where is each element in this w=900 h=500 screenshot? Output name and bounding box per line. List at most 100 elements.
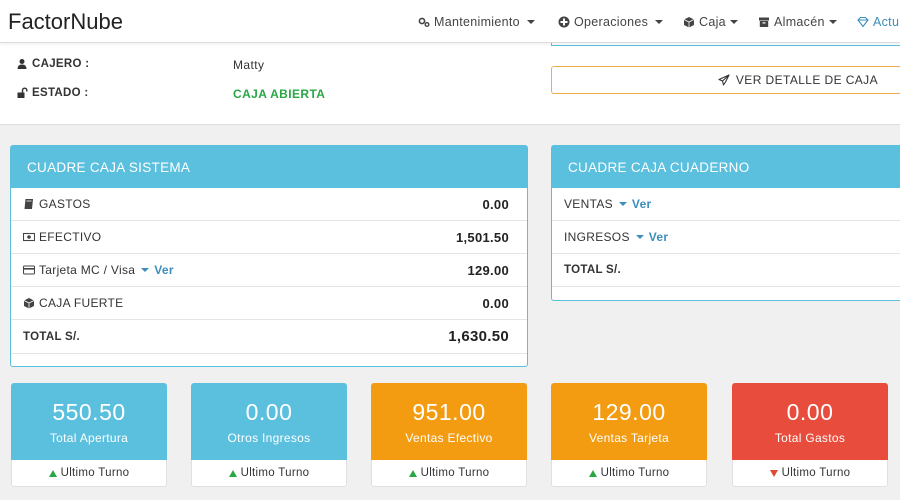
stat-footer-label: Ultimo Turno bbox=[420, 467, 490, 479]
nav-operaciones[interactable]: Operaciones bbox=[558, 15, 664, 29]
stat-card-body: 951.00 Ventas Efectivo bbox=[371, 383, 527, 460]
top-navbar: FactorNube Mantenimiento Operaciones Caj… bbox=[0, 0, 900, 43]
cuadre-cuaderno-title: CUADRE CAJA CUADERNO bbox=[552, 146, 900, 188]
cuaderno-row-ingresos: INGRESOS Ver bbox=[552, 221, 900, 254]
stat-footer: Ultimo Turno bbox=[732, 460, 888, 487]
cuadre-caja-sistema-box: CUADRE CAJA SISTEMA GASTOS 0.00 EFECTIVO… bbox=[10, 145, 528, 367]
stat-label: Otros Ingresos bbox=[227, 430, 311, 445]
sistema-row-caja-fuerte: CAJA FUERTE 0.00 bbox=[11, 287, 527, 320]
stat-footer: Ultimo Turno bbox=[191, 460, 347, 487]
nav-actualizar-label: Actu bbox=[873, 15, 900, 29]
sistema-row-tarjeta: Tarjeta MC / Visa Ver 129.00 bbox=[11, 254, 527, 287]
cuaderno-row-total: TOTAL S/. bbox=[552, 254, 900, 287]
stat-card-otros-ingresos[interactable]: 0.00 Otros Ingresos Ultimo Turno bbox=[191, 383, 347, 487]
send-icon bbox=[718, 74, 730, 86]
stat-label: Total Apertura bbox=[49, 430, 129, 445]
estado-label-row: ESTADO : bbox=[16, 87, 89, 99]
caret-down-icon bbox=[635, 235, 644, 239]
sistema-row-total: TOTAL S/. 1,630.50 bbox=[11, 320, 527, 354]
cajero-label: CAJERO : bbox=[32, 58, 90, 70]
estado-label: ESTADO : bbox=[32, 87, 89, 99]
stat-card-body: 550.50 Total Apertura bbox=[11, 383, 167, 460]
ver-detalle-label: VER DETALLE DE CAJA bbox=[735, 73, 878, 87]
stat-footer: Ultimo Turno bbox=[371, 460, 527, 487]
caret-down-icon bbox=[729, 20, 738, 24]
caret-down-icon bbox=[618, 202, 627, 206]
cogs-icon bbox=[418, 17, 430, 27]
stat-footer: Ultimo Turno bbox=[551, 460, 707, 487]
gastos-label: GASTOS bbox=[39, 197, 91, 211]
stat-footer-label: Ultimo Turno bbox=[240, 467, 310, 479]
user-icon bbox=[17, 59, 27, 69]
stat-card-body: 0.00 Otros Ingresos bbox=[191, 383, 347, 460]
arrow-up-icon bbox=[588, 469, 597, 477]
efectivo-label: EFECTIVO bbox=[39, 230, 102, 244]
tarjeta-label: Tarjeta MC / Visa bbox=[39, 263, 136, 277]
nav-mantenimiento-label: Mantenimiento bbox=[434, 15, 520, 29]
nav-almacen-label: Almacén bbox=[774, 15, 825, 29]
stat-label: Total Gastos bbox=[774, 430, 846, 445]
credit-card-icon bbox=[23, 265, 35, 275]
stat-footer-label: Ultimo Turno bbox=[781, 467, 851, 479]
ver-detalle-caja-button[interactable]: VER DETALLE DE CAJA bbox=[551, 66, 900, 94]
arrow-up-icon bbox=[48, 469, 57, 477]
caret-down-icon bbox=[526, 20, 535, 24]
arrow-up-icon bbox=[228, 469, 237, 477]
stat-card-ventas-tarjeta[interactable]: 129.00 Ventas Tarjeta Ultimo Turno bbox=[551, 383, 707, 487]
stat-value: 0.00 bbox=[245, 398, 293, 425]
stat-card-ventas-efectivo[interactable]: 951.00 Ventas Efectivo Ultimo Turno bbox=[371, 383, 527, 487]
nav-almacen[interactable]: Almacén bbox=[758, 15, 837, 29]
arrow-up-icon bbox=[408, 469, 417, 477]
ventas-label: VENTAS bbox=[564, 197, 613, 211]
ingresos-label: INGRESOS bbox=[564, 230, 630, 244]
caret-down-icon bbox=[141, 268, 150, 272]
stat-card-body: 0.00 Total Gastos bbox=[732, 383, 888, 460]
caja-fuerte-value: 0.00 bbox=[482, 295, 509, 311]
ventas-ver-link[interactable]: Ver bbox=[617, 197, 652, 211]
sistema-row-gastos: GASTOS 0.00 bbox=[11, 188, 527, 221]
cuadre-caja-cuaderno-box: CUADRE CAJA CUADERNO VENTAS Ver INGRESOS… bbox=[551, 145, 900, 301]
brand-logo[interactable]: FactorNube bbox=[8, 9, 123, 35]
stat-footer-label: Ultimo Turno bbox=[600, 467, 670, 479]
stat-value: 129.00 bbox=[592, 398, 666, 425]
ingresos-ver-label: Ver bbox=[648, 230, 669, 244]
nav-caja-label: Caja bbox=[699, 15, 726, 29]
archive-icon bbox=[759, 17, 769, 27]
cube-icon bbox=[683, 17, 695, 28]
arrow-down-icon bbox=[769, 469, 778, 477]
cuaderno-total-label: TOTAL S/. bbox=[564, 264, 622, 276]
money-icon bbox=[23, 232, 35, 242]
cajero-value: Matty bbox=[233, 58, 265, 72]
sistema-total-label: TOTAL S/. bbox=[23, 330, 81, 343]
stat-value: 951.00 bbox=[412, 398, 486, 425]
diamond-icon bbox=[857, 16, 869, 28]
nav-mantenimiento[interactable]: Mantenimiento bbox=[418, 15, 535, 29]
gastos-value: 0.00 bbox=[482, 196, 509, 212]
cajero-label-row: CAJERO : bbox=[16, 58, 89, 70]
plus-circle-icon bbox=[558, 16, 570, 28]
cuadre-sistema-title: CUADRE CAJA SISTEMA bbox=[11, 146, 527, 188]
tarjeta-ver-link[interactable]: Ver bbox=[139, 263, 174, 277]
sistema-total-value: 1,630.50 bbox=[448, 328, 509, 345]
stat-card-total-gastos[interactable]: 0.00 Total Gastos Ultimo Turno bbox=[732, 383, 888, 487]
stat-footer: Ultimo Turno bbox=[11, 460, 167, 487]
stat-value: 550.50 bbox=[52, 398, 126, 425]
stat-card-body: 129.00 Ventas Tarjeta bbox=[551, 383, 707, 460]
caret-down-icon bbox=[655, 20, 664, 24]
cube-icon bbox=[23, 298, 35, 309]
estado-value: CAJA ABIERTA bbox=[233, 87, 326, 101]
stat-footer-label: Ultimo Turno bbox=[60, 467, 130, 479]
ingresos-ver-link[interactable]: Ver bbox=[634, 230, 669, 244]
caja-info-panel: CAJERO : Matty ESTADO : CAJA ABIERTA VER… bbox=[0, 39, 900, 125]
sistema-row-efectivo: EFECTIVO 1,501.50 bbox=[11, 221, 527, 254]
nav-actualizar[interactable]: Actu bbox=[857, 15, 899, 29]
unlock-icon bbox=[17, 87, 28, 98]
stat-label: Ventas Efectivo bbox=[405, 430, 493, 445]
tarjeta-ver-label: Ver bbox=[154, 263, 174, 277]
nav-caja[interactable]: Caja bbox=[683, 15, 738, 29]
nav-operaciones-label: Operaciones bbox=[574, 15, 649, 29]
stat-card-total-apertura[interactable]: 550.50 Total Apertura Ultimo Turno bbox=[11, 383, 167, 487]
tarjeta-value: 129.00 bbox=[467, 262, 509, 278]
efectivo-value: 1,501.50 bbox=[455, 229, 509, 245]
caja-fuerte-label: CAJA FUERTE bbox=[39, 296, 124, 310]
